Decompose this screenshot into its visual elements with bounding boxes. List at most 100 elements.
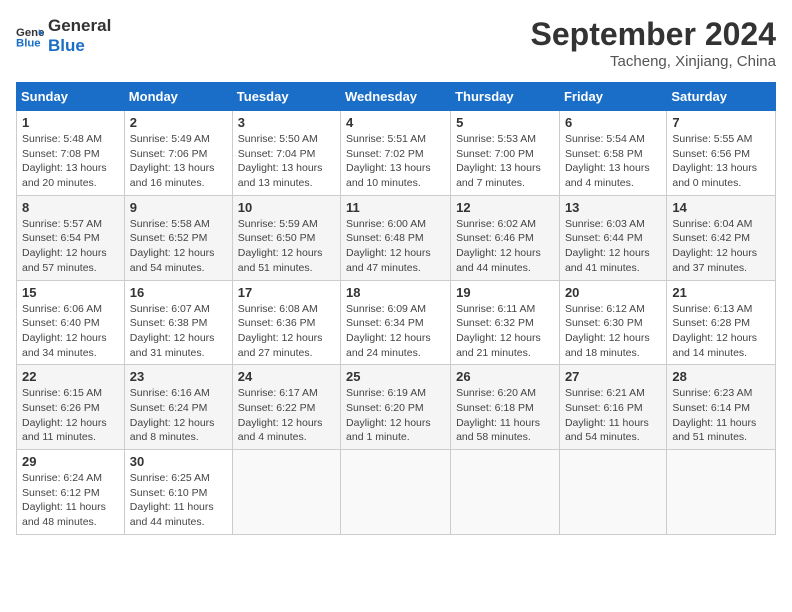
day-info: Sunrise: 6:08 AMSunset: 6:36 PMDaylight:…: [238, 302, 335, 361]
calendar-day-cell: 15 Sunrise: 6:06 AMSunset: 6:40 PMDayligh…: [17, 280, 125, 365]
day-number: 27: [565, 369, 661, 384]
day-number: 30: [130, 454, 227, 469]
calendar-day-cell: 3Sunrise: 5:50 AMSunset: 7:04 PMDaylight…: [232, 111, 340, 196]
calendar-day-cell: 19Sunrise: 6:11 AMSunset: 6:32 PMDayligh…: [451, 280, 560, 365]
calendar-day-cell: [451, 450, 560, 535]
calendar-day-cell: 2 Sunrise: 5:49 AMSunset: 7:06 PMDaylight…: [124, 111, 232, 196]
day-info: Sunrise: 6:06 AMSunset: 6:40 PMDaylight:…: [22, 302, 119, 361]
logo-blue: Blue: [48, 36, 111, 56]
day-number: 11: [346, 200, 445, 215]
day-info: Sunrise: 6:23 AMSunset: 6:14 PMDaylight:…: [672, 386, 770, 445]
calendar-day-cell: 28 Sunrise: 6:23 AMSunset: 6:14 PMDayligh…: [667, 365, 776, 450]
calendar-day-cell: 23 Sunrise: 6:16 AMSunset: 6:24 PMDayligh…: [124, 365, 232, 450]
day-info: Sunrise: 5:49 AMSunset: 7:06 PMDaylight:…: [130, 132, 227, 191]
day-info: Sunrise: 5:58 AMSunset: 6:52 PMDaylight:…: [130, 217, 227, 276]
calendar-day-cell: 7 Sunrise: 5:55 AMSunset: 6:56 PMDaylight…: [667, 111, 776, 196]
logo-general: General: [48, 16, 111, 36]
day-info: Sunrise: 6:16 AMSunset: 6:24 PMDaylight:…: [130, 386, 227, 445]
calendar-day-cell: 8 Sunrise: 5:57 AMSunset: 6:54 PMDaylight…: [17, 195, 125, 280]
logo-icon: General Blue: [16, 22, 44, 50]
day-number: 25: [346, 369, 445, 384]
day-number: 17: [238, 285, 335, 300]
calendar-day-cell: 20 Sunrise: 6:12 AMSunset: 6:30 PMDayligh…: [559, 280, 666, 365]
svg-text:Blue: Blue: [16, 37, 41, 49]
calendar-week-row: 15 Sunrise: 6:06 AMSunset: 6:40 PMDayligh…: [17, 280, 776, 365]
day-number: 16: [130, 285, 227, 300]
location: Tacheng, Xinjiang, China: [531, 53, 776, 70]
calendar-day-cell: 9 Sunrise: 5:58 AMSunset: 6:52 PMDaylight…: [124, 195, 232, 280]
day-number: 7: [672, 115, 770, 130]
calendar-day-cell: 27Sunrise: 6:21 AMSunset: 6:16 PMDayligh…: [559, 365, 666, 450]
calendar-day-cell: 29 Sunrise: 6:24 AMSunset: 6:12 PMDayligh…: [17, 450, 125, 535]
title-block: September 2024 Tacheng, Xinjiang, China: [531, 16, 776, 70]
weekday-header-friday: Friday: [559, 83, 666, 111]
day-number: 28: [672, 369, 770, 384]
day-info: Sunrise: 6:07 AMSunset: 6:38 PMDaylight:…: [130, 302, 227, 361]
calendar-day-cell: 14Sunrise: 6:04 AMSunset: 6:42 PMDayligh…: [667, 195, 776, 280]
day-info: Sunrise: 6:04 AMSunset: 6:42 PMDaylight:…: [672, 217, 770, 276]
calendar-day-cell: 12Sunrise: 6:02 AMSunset: 6:46 PMDayligh…: [451, 195, 560, 280]
day-number: 1: [22, 115, 119, 130]
calendar-day-cell: 17 Sunrise: 6:08 AMSunset: 6:36 PMDayligh…: [232, 280, 340, 365]
day-info: Sunrise: 6:17 AMSunset: 6:22 PMDaylight:…: [238, 386, 335, 445]
day-number: 3: [238, 115, 335, 130]
day-number: 23: [130, 369, 227, 384]
calendar-day-cell: 13Sunrise: 6:03 AMSunset: 6:44 PMDayligh…: [559, 195, 666, 280]
day-number: 8: [22, 200, 119, 215]
day-info: Sunrise: 6:24 AMSunset: 6:12 PMDaylight:…: [22, 471, 119, 530]
calendar-day-cell: 5Sunrise: 5:53 AMSunset: 7:00 PMDaylight…: [451, 111, 560, 196]
calendar-day-cell: 25 Sunrise: 6:19 AMSunset: 6:20 PMDayligh…: [341, 365, 451, 450]
weekday-header-saturday: Saturday: [667, 83, 776, 111]
day-info: Sunrise: 5:51 AMSunset: 7:02 PMDaylight:…: [346, 132, 445, 191]
calendar-day-cell: 30 Sunrise: 6:25 AMSunset: 6:10 PMDayligh…: [124, 450, 232, 535]
calendar-day-cell: 11Sunrise: 6:00 AMSunset: 6:48 PMDayligh…: [341, 195, 451, 280]
day-info: Sunrise: 6:02 AMSunset: 6:46 PMDaylight:…: [456, 217, 554, 276]
day-number: 22: [22, 369, 119, 384]
day-info: Sunrise: 6:20 AMSunset: 6:18 PMDaylight:…: [456, 386, 554, 445]
day-number: 2: [130, 115, 227, 130]
calendar-day-cell: 22 Sunrise: 6:15 AMSunset: 6:26 PMDayligh…: [17, 365, 125, 450]
day-number: 21: [672, 285, 770, 300]
calendar-day-cell: 18Sunrise: 6:09 AMSunset: 6:34 PMDayligh…: [341, 280, 451, 365]
calendar-day-cell: [559, 450, 666, 535]
day-info: Sunrise: 6:15 AMSunset: 6:26 PMDaylight:…: [22, 386, 119, 445]
day-info: Sunrise: 6:09 AMSunset: 6:34 PMDaylight:…: [346, 302, 445, 361]
calendar-day-cell: 4 Sunrise: 5:51 AMSunset: 7:02 PMDaylight…: [341, 111, 451, 196]
day-info: Sunrise: 5:53 AMSunset: 7:00 PMDaylight:…: [456, 132, 554, 191]
calendar-day-cell: 1 Sunrise: 5:48 AMSunset: 7:08 PMDaylight…: [17, 111, 125, 196]
calendar-week-row: 22 Sunrise: 6:15 AMSunset: 6:26 PMDayligh…: [17, 365, 776, 450]
calendar-day-cell: 6Sunrise: 5:54 AMSunset: 6:58 PMDaylight…: [559, 111, 666, 196]
month-title: September 2024: [531, 16, 776, 53]
day-info: Sunrise: 6:11 AMSunset: 6:32 PMDaylight:…: [456, 302, 554, 361]
day-info: Sunrise: 6:03 AMSunset: 6:44 PMDaylight:…: [565, 217, 661, 276]
calendar-day-cell: [232, 450, 340, 535]
day-info: Sunrise: 5:57 AMSunset: 6:54 PMDaylight:…: [22, 217, 119, 276]
calendar-header-row: SundayMondayTuesdayWednesdayThursdayFrid…: [17, 83, 776, 111]
calendar-table: SundayMondayTuesdayWednesdayThursdayFrid…: [16, 82, 776, 535]
day-number: 6: [565, 115, 661, 130]
day-number: 15: [22, 285, 119, 300]
day-number: 29: [22, 454, 119, 469]
day-info: Sunrise: 6:13 AMSunset: 6:28 PMDaylight:…: [672, 302, 770, 361]
weekday-header-thursday: Thursday: [451, 83, 560, 111]
weekday-header-sunday: Sunday: [17, 83, 125, 111]
calendar-day-cell: 10Sunrise: 5:59 AMSunset: 6:50 PMDayligh…: [232, 195, 340, 280]
calendar-week-row: 29 Sunrise: 6:24 AMSunset: 6:12 PMDayligh…: [17, 450, 776, 535]
calendar-body: 1 Sunrise: 5:48 AMSunset: 7:08 PMDaylight…: [17, 111, 776, 535]
day-info: Sunrise: 6:19 AMSunset: 6:20 PMDaylight:…: [346, 386, 445, 445]
day-number: 4: [346, 115, 445, 130]
calendar-day-cell: 21 Sunrise: 6:13 AMSunset: 6:28 PMDayligh…: [667, 280, 776, 365]
calendar-day-cell: [341, 450, 451, 535]
page-header: General Blue General Blue September 2024…: [16, 16, 776, 70]
calendar-day-cell: [667, 450, 776, 535]
day-number: 20: [565, 285, 661, 300]
day-info: Sunrise: 6:12 AMSunset: 6:30 PMDaylight:…: [565, 302, 661, 361]
day-info: Sunrise: 6:25 AMSunset: 6:10 PMDaylight:…: [130, 471, 227, 530]
logo: General Blue General Blue: [16, 16, 111, 55]
day-info: Sunrise: 5:48 AMSunset: 7:08 PMDaylight:…: [22, 132, 119, 191]
day-number: 10: [238, 200, 335, 215]
day-number: 9: [130, 200, 227, 215]
calendar-week-row: 1 Sunrise: 5:48 AMSunset: 7:08 PMDaylight…: [17, 111, 776, 196]
calendar-day-cell: 24Sunrise: 6:17 AMSunset: 6:22 PMDayligh…: [232, 365, 340, 450]
day-info: Sunrise: 5:55 AMSunset: 6:56 PMDaylight:…: [672, 132, 770, 191]
